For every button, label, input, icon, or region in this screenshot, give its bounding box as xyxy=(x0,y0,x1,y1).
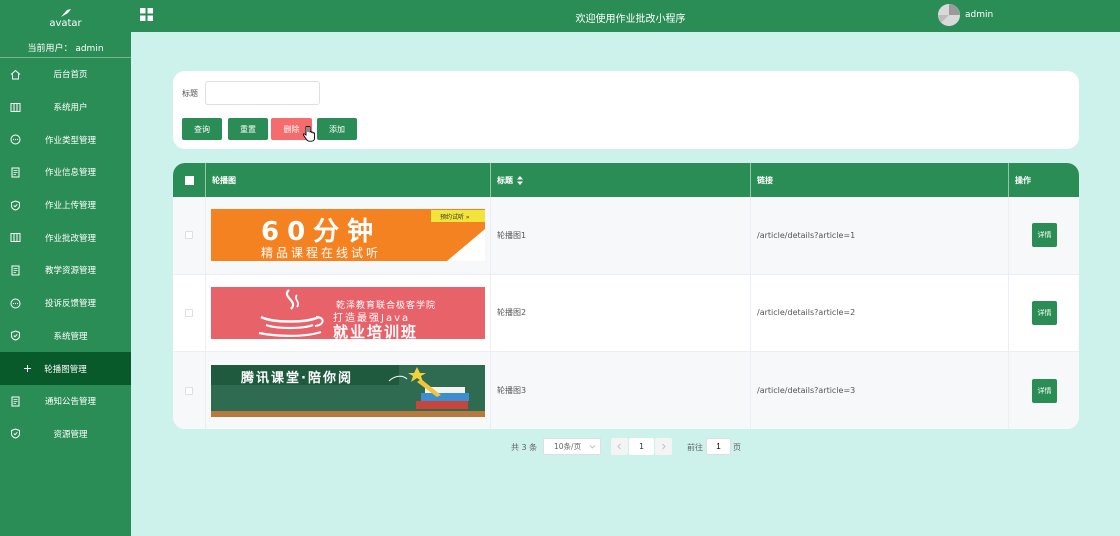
sidebar-item-6[interactable]: 教学资源管理 xyxy=(0,254,131,287)
sidebar-item-3[interactable]: 作业信息管理 xyxy=(0,156,131,189)
sort-icon[interactable] xyxy=(517,175,523,185)
sidebar-item-5[interactable]: 作业批改管理 xyxy=(0,221,131,254)
actions-cell: 详情 xyxy=(1009,197,1079,274)
sidebar-item-4[interactable]: 作业上传管理 xyxy=(0,189,131,222)
document-icon xyxy=(10,265,21,276)
row-select-cell xyxy=(173,274,206,351)
top-header: 欢迎使用作业批改小程序 admin xyxy=(131,0,1120,32)
row-checkbox[interactable] xyxy=(185,308,193,317)
banner-1-subline: 精品课程在线试听 xyxy=(261,246,382,261)
column-header-link: 链接 xyxy=(751,163,1009,197)
detail-button[interactable]: 详情 xyxy=(1032,378,1057,403)
banner-image-1: 预约试听 » 60分钟 精品课程在线试听 xyxy=(211,209,485,262)
banner-1-tag: 预约试听 » xyxy=(440,214,470,222)
row-checkbox[interactable] xyxy=(185,386,193,395)
sidebar-menu: 后台首页 系统用户 作业类型管理 作业信息管理 作业上传管理 作业批改管理 教学资源管理 投诉… xyxy=(0,58,131,450)
select-all-checkbox[interactable] xyxy=(184,175,194,185)
username: admin xyxy=(965,10,994,20)
table-header: 轮播图 标题 链接 操作 xyxy=(173,163,1079,197)
link-cell: /article/details?article=3 xyxy=(751,352,1009,429)
columns-icon xyxy=(10,232,21,243)
banner-3-headline: 腾讯课堂·陪你阅 xyxy=(241,370,353,386)
avatar-icon xyxy=(938,4,960,26)
user-menu[interactable]: admin xyxy=(938,4,993,26)
sidebar-item-label: 轮播图管理 xyxy=(44,364,87,375)
actions-cell: 详情 xyxy=(1009,352,1079,429)
goto-page-input[interactable] xyxy=(706,438,731,455)
column-header-title[interactable]: 标题 xyxy=(491,163,751,197)
pagination: 共 3 条 10条/页 1 前往 页 xyxy=(0,438,1120,456)
sidebar-item-7[interactable]: 投诉反馈管理 xyxy=(0,287,131,320)
banner-table: 轮播图 标题 链接 操作 预约试听 » 60分钟 精品课程在线试听 轮播图1 /… xyxy=(173,163,1079,429)
plus-icon xyxy=(22,363,33,374)
title-search-input[interactable] xyxy=(205,81,320,105)
sidebar-item-8[interactable]: 系统管理 xyxy=(0,320,131,353)
image-cell: 腾讯课堂·陪你阅 xyxy=(206,352,491,429)
title-cell: 轮播图2 xyxy=(491,274,751,351)
sidebar-item-1[interactable]: 系统用户 xyxy=(0,91,131,124)
sidebar-item-0[interactable]: 后台首页 xyxy=(0,58,131,91)
image-cell: 预约试听 » 60分钟 精品课程在线试听 xyxy=(206,197,491,274)
current-user: 当前用户： admin xyxy=(27,44,104,54)
actions-cell: 详情 xyxy=(1009,275,1079,352)
reset-button[interactable]: 重置 xyxy=(228,118,268,140)
banner-image-2: 乾泽教育联合极客学院 打造最强Java 就业培训班 xyxy=(211,286,485,339)
banner-1-headline: 60分钟 xyxy=(261,217,382,248)
sidebar-item-9[interactable]: 轮播图管理 xyxy=(0,352,131,385)
query-button[interactable]: 查询 xyxy=(182,118,222,140)
column-header-title-label: 标题 xyxy=(497,175,513,185)
table-row: 乾泽教育联合极客学院 打造最强Java 就业培训班 轮播图2 /article/… xyxy=(173,274,1079,352)
table-row: 腾讯课堂·陪你阅 轮播图3 /article/details?article=3… xyxy=(173,352,1079,429)
page-unit-label: 页 xyxy=(733,443,741,452)
link-cell: /article/details?article=2 xyxy=(751,274,1009,351)
hand-cursor-icon xyxy=(303,126,315,142)
title-label: 标题 xyxy=(182,89,198,98)
page-number-current[interactable]: 1 xyxy=(629,438,654,455)
goto-label: 前往 xyxy=(687,443,703,452)
chat-icon xyxy=(10,298,21,309)
home-icon xyxy=(10,69,21,80)
sidebar-item-2[interactable]: 作业类型管理 xyxy=(0,123,131,156)
chevron-right-icon xyxy=(662,443,666,450)
prev-page-button[interactable] xyxy=(611,438,628,455)
chevron-left-icon xyxy=(617,443,621,450)
title-cell: 轮播图1 xyxy=(491,197,751,274)
banner-2-line3: 就业培训班 xyxy=(333,322,419,339)
title-cell: 轮播图3 xyxy=(491,352,751,429)
detail-button[interactable]: 详情 xyxy=(1032,223,1057,248)
image-cell: 乾泽教育联合极客学院 打造最强Java 就业培训班 xyxy=(206,274,491,351)
logo-icon xyxy=(60,9,71,17)
search-panel: 标题 查询 重置 删除 添加 xyxy=(173,71,1079,149)
header-select-cell xyxy=(173,163,206,197)
page-size-value: 10条/页 xyxy=(554,442,582,451)
row-checkbox[interactable] xyxy=(185,231,193,240)
sidebar-item-10[interactable]: 通知公告管理 xyxy=(0,385,131,418)
detail-button[interactable]: 详情 xyxy=(1032,300,1057,325)
total-count: 共 3 条 xyxy=(511,443,538,452)
brand: avatar 当前用户： admin xyxy=(0,0,131,58)
shield-icon xyxy=(10,200,21,211)
next-page-button[interactable] xyxy=(655,438,672,455)
link-cell: /article/details?article=1 xyxy=(751,197,1009,274)
row-select-cell xyxy=(173,352,206,429)
brand-text: avatar xyxy=(49,18,82,29)
columns-icon xyxy=(10,102,21,113)
column-header-image: 轮播图 xyxy=(206,163,491,197)
column-header-actions: 操作 xyxy=(1015,175,1031,185)
chat-icon xyxy=(10,134,21,145)
banner-image-3: 腾讯课堂·陪你阅 xyxy=(211,364,485,417)
document-icon xyxy=(10,396,21,407)
page-size-select[interactable]: 10条/页 xyxy=(543,438,601,455)
shield-icon xyxy=(10,330,21,341)
table-row: 预约试听 » 60分钟 精品课程在线试听 轮播图1 /article/detai… xyxy=(173,197,1079,275)
add-button[interactable]: 添加 xyxy=(317,118,357,140)
chevron-down-icon xyxy=(589,445,596,449)
row-select-cell xyxy=(173,197,206,274)
document-icon xyxy=(10,167,21,178)
avatar[interactable] xyxy=(938,4,960,26)
